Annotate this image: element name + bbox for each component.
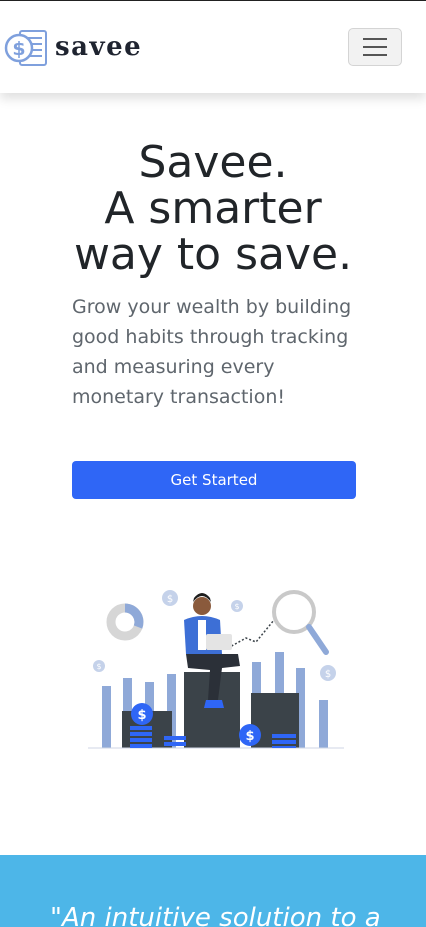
dollar-coin-logo-icon: $ bbox=[4, 30, 47, 66]
svg-text:$: $ bbox=[167, 594, 173, 605]
coin-stack bbox=[164, 736, 186, 740]
brand-link[interactable]: $ savee bbox=[3, 28, 142, 68]
svg-text:$: $ bbox=[234, 602, 239, 611]
brand-name: savee bbox=[55, 32, 143, 62]
hero-title-line: A smarter bbox=[104, 183, 322, 234]
hero-section: Savee. A smarter way to save. bbox=[0, 140, 426, 278]
laptop bbox=[206, 634, 232, 650]
hero-title-line: way to save. bbox=[73, 229, 353, 280]
svg-text:$: $ bbox=[96, 662, 101, 671]
menu-toggle-button[interactable] bbox=[348, 28, 402, 66]
savings-illustration: $ $ $ $ $ $ bbox=[88, 590, 344, 749]
chart-bar bbox=[319, 700, 328, 748]
chart-bar bbox=[102, 686, 111, 748]
hero-title-line: Savee. bbox=[138, 137, 288, 188]
testimonial-quote: "An intuitive solution to a bbox=[50, 903, 381, 927]
hamburger-menu-icon bbox=[363, 38, 387, 56]
testimonial-band: "An intuitive solution to a bbox=[0, 855, 426, 927]
person-head bbox=[193, 597, 211, 615]
svg-text:$: $ bbox=[245, 729, 254, 744]
coin-stack bbox=[272, 734, 296, 738]
hero-title: Savee. A smarter way to save. bbox=[0, 140, 426, 278]
coin-stack bbox=[130, 726, 152, 730]
get-started-button[interactable]: Get Started bbox=[72, 461, 356, 499]
svg-text:$: $ bbox=[325, 669, 331, 680]
svg-text:$: $ bbox=[137, 708, 146, 723]
hero-description: Grow your wealth by building good habits… bbox=[72, 296, 352, 408]
svg-text:$: $ bbox=[12, 38, 25, 60]
navbar: $ savee bbox=[0, 1, 426, 93]
trend-line bbox=[227, 619, 275, 649]
